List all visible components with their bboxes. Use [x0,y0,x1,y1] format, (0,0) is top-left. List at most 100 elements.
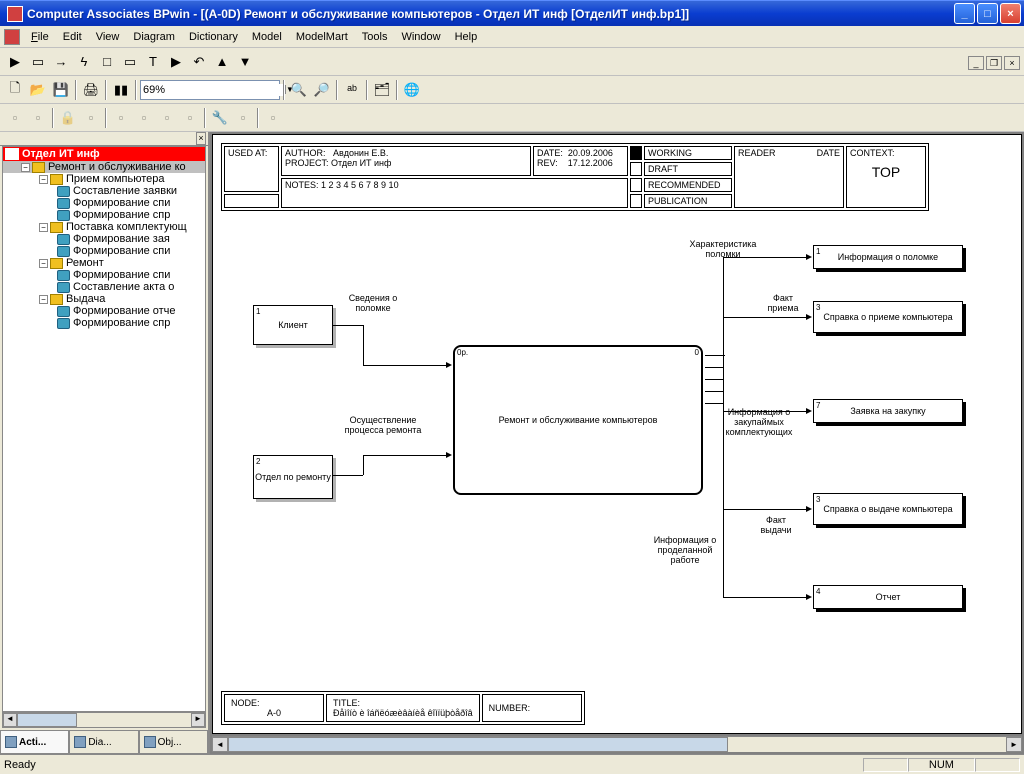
play-tool[interactable]: ▶ [165,51,187,73]
mdi-close-button[interactable]: × [1004,56,1020,70]
status-empty [863,758,908,772]
report-button[interactable]: ▮▮ [110,79,132,101]
diagram-canvas[interactable]: USED AT: AUTHOR: Авдонин Е.В.PROJECT: От… [212,134,1022,734]
box-tool[interactable]: □ [96,51,118,73]
arrow-tool[interactable]: → [50,51,72,73]
tree-item[interactable]: −Прием компьютера [3,173,205,185]
diagram-output-1[interactable]: 1Информация о поломке [813,245,963,269]
zoom-combo[interactable]: ▼ [140,80,280,100]
menu-view[interactable]: View [89,29,127,45]
explorer-close-icon[interactable]: × [196,132,206,145]
mm-btn-2: ▫ [27,107,49,129]
down-tool[interactable]: ▼ [234,51,256,73]
menu-modelmart[interactable]: ModelMart [289,29,355,45]
menu-file[interactable]: File [24,29,56,45]
menu-diagram[interactable]: Diagram [126,29,182,45]
toolbar-shapes: ▶ ▭ → ϟ □ ▭ T ▶ ↶ ▲ ▼ [0,48,1024,76]
mm-btn-7: ▫ [179,107,201,129]
explorer-button[interactable]: 🗂 [371,79,393,101]
mdi-minimize-button[interactable]: _ [968,56,984,70]
titlebar: Computer Associates BPwin - [(A-0D) Ремо… [0,0,1024,26]
menu-window[interactable]: Window [394,29,447,45]
status-empty2 [975,758,1020,772]
mm-btn-1: ▫ [4,107,26,129]
canvas-hscroll[interactable]: ◄► [212,736,1022,752]
open-button[interactable]: 📂 [27,79,49,101]
tree-root[interactable]: Отдел ИТ инф [3,147,205,161]
toolbar-file: 🗋 📂 💾 🖨 ▮▮ ▼ 🔍 🔎 ᵃᵇ 🗂 🌐 [0,76,1024,104]
text-tool[interactable]: T [142,51,164,73]
new-button[interactable]: 🗋 [4,79,26,101]
tree-item[interactable]: −Ремонт и обслуживание ко [3,161,205,173]
undo-tool[interactable]: ↶ [188,51,210,73]
menu-help[interactable]: Help [448,29,485,45]
explorer-header: × [0,132,208,146]
tree-item[interactable]: −Поставка комплектующ [3,221,205,233]
tree-item[interactable]: Формирование спи [3,197,205,209]
diagram-output-4[interactable]: 3Справка о выдаче компьютера [813,493,963,525]
diagram-output-3[interactable]: 7Заявка на закупку [813,399,963,423]
zoom-input[interactable] [143,84,285,96]
menu-dictionary[interactable]: Dictionary [182,29,245,45]
diagram-node-main[interactable]: 0р.0Ремонт и обслуживание компьютеров [453,345,703,495]
maximize-button[interactable]: □ [977,3,998,24]
modelmart-button[interactable]: 🌐 [401,79,423,101]
diagram-label: Характеристика поломки [683,239,763,259]
spell-button[interactable]: ᵃᵇ [341,79,363,101]
menu-edit[interactable]: Edit [56,29,89,45]
mdi-restore-button[interactable]: ❐ [986,56,1002,70]
mm-btn-8[interactable]: 🔧 [209,107,231,129]
diagram-label: Факт приема [758,293,808,313]
status-num: NUM [908,758,975,772]
tab-diagrams[interactable]: Dia... [69,731,138,754]
squiggle-tool[interactable]: ϟ [73,51,95,73]
menu-model[interactable]: Model [245,29,289,45]
model-explorer: × Отдел ИТ инф −Ремонт и обслуживание ко… [0,132,210,754]
status-ready: Ready [4,759,863,771]
diagram-output-5[interactable]: 4Отчет [813,585,963,609]
tree-item[interactable]: −Выдача [3,293,205,305]
zoomout-button[interactable]: 🔎 [311,79,333,101]
zoomin-button[interactable]: 🔍 [288,79,310,101]
tree-view[interactable]: Отдел ИТ инф −Ремонт и обслуживание ко −… [2,146,206,712]
save-button[interactable]: 💾 [50,79,72,101]
statusbar: Ready NUM [0,754,1024,774]
diagram-node-dept[interactable]: 2Отдел по ремонту [253,455,333,499]
mm-btn-3: ▫ [80,107,102,129]
print-button[interactable]: 🖨 [80,79,102,101]
diagram-footer-table: NODE:A-0 TITLE:Ðåìîíò è îáñëóæèâàíèå êîì… [221,691,585,725]
rect-tool[interactable]: ▭ [119,51,141,73]
tree-item[interactable]: Формирование спи [3,269,205,281]
explorer-hscroll[interactable]: ◄► [2,712,206,728]
menubar: File Edit View Diagram Dictionary Model … [0,26,1024,48]
tree-item[interactable]: Формирование спи [3,245,205,257]
pointer-tool[interactable]: ▶ [4,51,26,73]
doc-icon [4,29,20,45]
tree-item[interactable]: Формирование зая [3,233,205,245]
minimize-button[interactable]: _ [954,3,975,24]
diagram-label: Осуществление процесса ремонта [343,415,423,435]
activity-tool[interactable]: ▭ [27,51,49,73]
diagram-label: Сведения о поломке [343,293,403,313]
tree-item[interactable]: −Ремонт [3,257,205,269]
tree-item[interactable]: Составление акта о [3,281,205,293]
window-title: Computer Associates BPwin - [(A-0D) Ремо… [27,7,954,21]
diagram-node-client[interactable]: 1Клиент [253,305,333,345]
diagram-label: Факт выдачи [751,515,801,535]
tree-item[interactable]: Формирование отче [3,305,205,317]
tab-objects[interactable]: Obj... [139,731,208,754]
tree-item[interactable]: Формирование спр [3,317,205,329]
tree-item[interactable]: Составление заявки [3,185,205,197]
mm-btn-10: ▫ [262,107,284,129]
canvas-area: USED AT: AUTHOR: Авдонин Е.В.PROJECT: От… [210,132,1024,754]
menu-tools[interactable]: Tools [355,29,395,45]
tab-activities[interactable]: Acti... [0,731,69,754]
mm-btn-9: ▫ [232,107,254,129]
app-icon [7,6,23,22]
mm-btn-4: ▫ [110,107,132,129]
up-tool[interactable]: ▲ [211,51,233,73]
close-button[interactable]: × [1000,3,1021,24]
tree-item[interactable]: Формирование спр [3,209,205,221]
diagram-output-2[interactable]: 3Справка о приеме компьютера [813,301,963,333]
diagram-label: Информация о проделанной работе [645,535,725,565]
